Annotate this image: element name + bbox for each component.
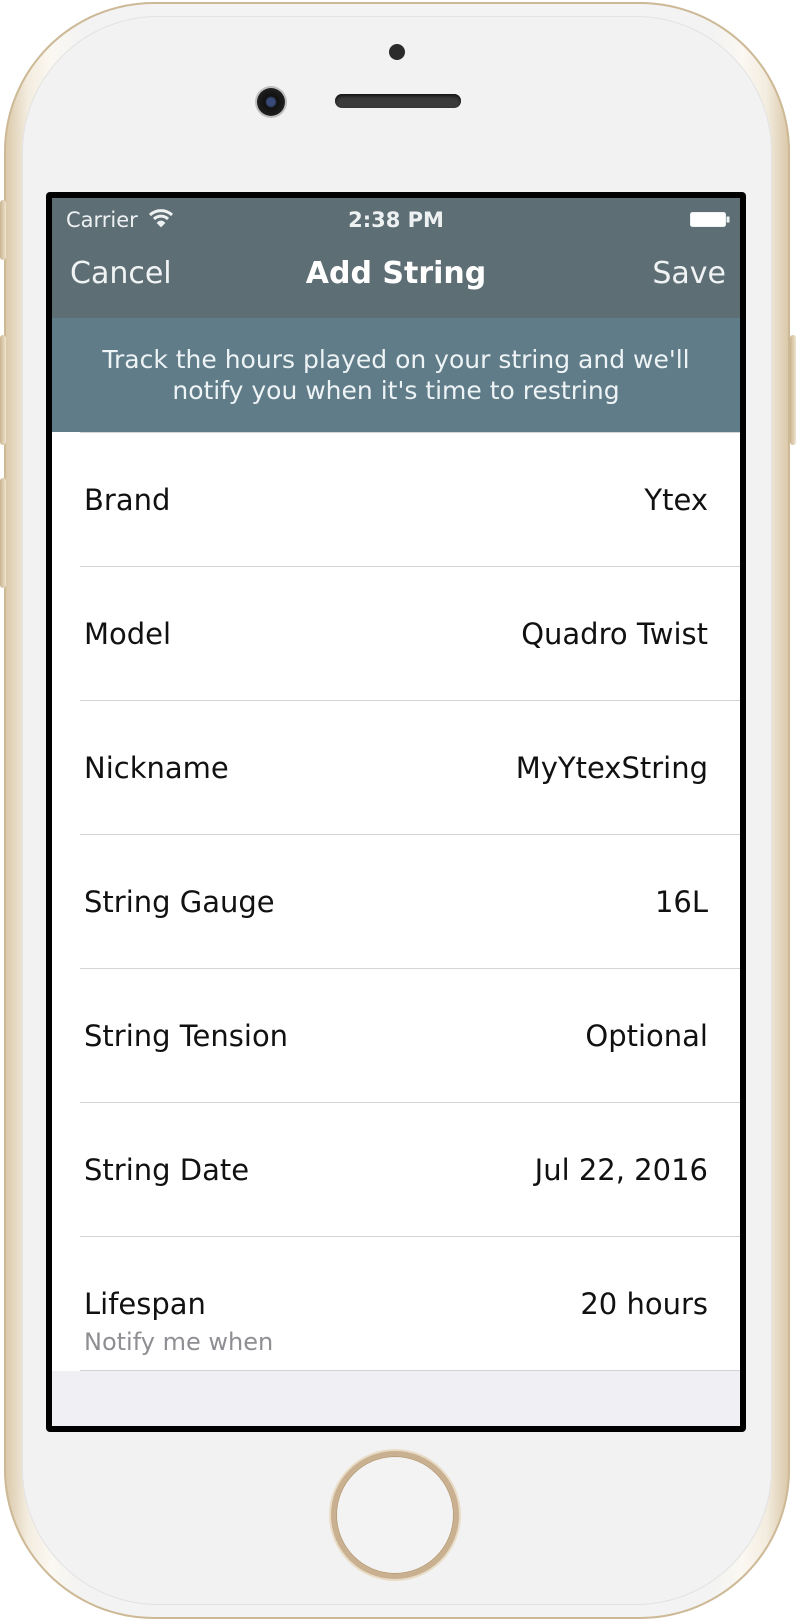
save-button[interactable]: Save <box>652 256 726 291</box>
volume-up-button <box>0 335 6 445</box>
string-date-label: String Date <box>84 1153 250 1187</box>
app-screen: Carrier 2:38 PM Cancel Add String Save T… <box>52 198 740 1426</box>
form-list: Brand Ytex Model Quadro Twist Nickname M… <box>52 432 740 1371</box>
string-tension-value: Optional <box>585 1019 708 1053</box>
string-tension-label: String Tension <box>84 1019 289 1053</box>
status-bar: Carrier 2:38 PM <box>52 198 740 238</box>
string-gauge-value: 16L <box>654 885 708 919</box>
lifespan-value: 20 hours <box>580 1287 708 1321</box>
battery-icon <box>690 212 730 227</box>
nickname-row[interactable]: Nickname MyYtexString <box>80 701 740 835</box>
front-camera-icon <box>257 88 285 116</box>
nickname-value: MyYtexString <box>515 751 708 785</box>
mute-switch <box>0 200 6 260</box>
earpiece-speaker <box>335 94 461 108</box>
string-date-value: Jul 22, 2016 <box>534 1153 708 1187</box>
brand-label: Brand <box>84 483 171 517</box>
brand-value: Ytex <box>644 483 708 517</box>
page-title: Add String <box>305 256 487 291</box>
string-date-row[interactable]: String Date Jul 22, 2016 <box>80 1103 740 1237</box>
string-tension-row[interactable]: String Tension Optional <box>80 969 740 1103</box>
nickname-label: Nickname <box>84 751 229 785</box>
volume-down-button <box>0 478 6 588</box>
string-gauge-label: String Gauge <box>84 885 275 919</box>
clock-label: 2:38 PM <box>348 208 444 232</box>
proximity-sensor <box>389 44 405 60</box>
info-banner: Track the hours played on your string an… <box>52 318 740 432</box>
lifespan-subtitle: Notify me when <box>84 1328 274 1356</box>
brand-row[interactable]: Brand Ytex <box>80 432 740 567</box>
string-gauge-row[interactable]: String Gauge 16L <box>80 835 740 969</box>
model-row[interactable]: Model Quadro Twist <box>80 567 740 701</box>
power-button <box>790 335 796 445</box>
navigation-bar: Carrier 2:38 PM Cancel Add String Save <box>52 198 740 318</box>
model-label: Model <box>84 617 172 651</box>
model-value: Quadro Twist <box>521 617 708 651</box>
info-banner-text: Track the hours played on your string an… <box>102 345 690 405</box>
home-button[interactable] <box>336 1456 454 1574</box>
lifespan-row[interactable]: Lifespan 20 hours Notify me when <box>80 1237 740 1371</box>
lifespan-label: Lifespan <box>84 1287 206 1321</box>
